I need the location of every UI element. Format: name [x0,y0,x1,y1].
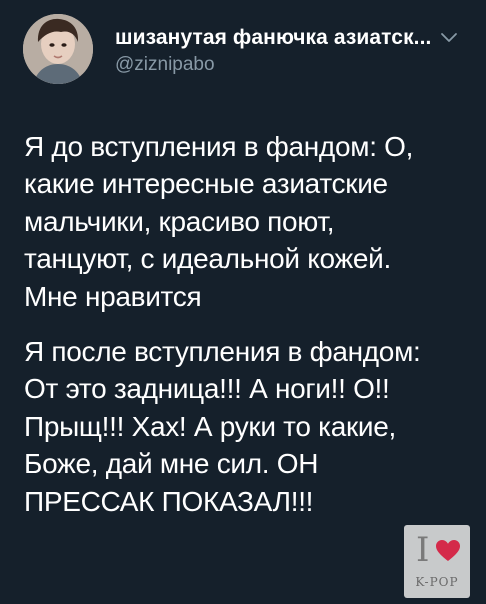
tweet-line: Я до вступления в фандом: О, [24,131,414,162]
watermark-letter: I [416,530,430,570]
tweet-line: От это задница!!! А ноги!! О!! [24,373,390,405]
watermark-text: K-POP [415,575,459,589]
heart-icon [436,540,460,561]
tweet-line: мальчики, красиво поют, [24,205,335,237]
chevron-down-icon[interactable] [439,30,459,44]
tweet-line: ПРЕССАК ПОКАЗАЛ!!! [24,485,314,517]
tweet-line: танцуют, с идеальной кожей. [24,243,391,275]
tweet-line: Я после вступления в фандом: [24,336,421,368]
display-name[interactable]: шизанутая фанючка азиатск... [115,26,431,50]
tweet-text: Я до вступления в фандом: О, какие интер… [24,128,469,520]
tweet-line: Мне нравится [24,280,202,312]
avatar[interactable] [23,14,93,84]
tweet-line: Прыщ!!! Хах! А руки то какие, [24,410,397,442]
watermark-logo: I K-POP [404,525,470,598]
tweet-line: Боже, дай мне сил. ОН [24,448,319,480]
tweet-line: какие интересные азиатские [24,168,388,200]
user-handle[interactable]: @ziznipabo [115,54,215,76]
user-avatar-photo-icon [23,14,93,84]
tweet-header: шизанутая фанючка азиатск... @ziznipabo [23,14,463,84]
